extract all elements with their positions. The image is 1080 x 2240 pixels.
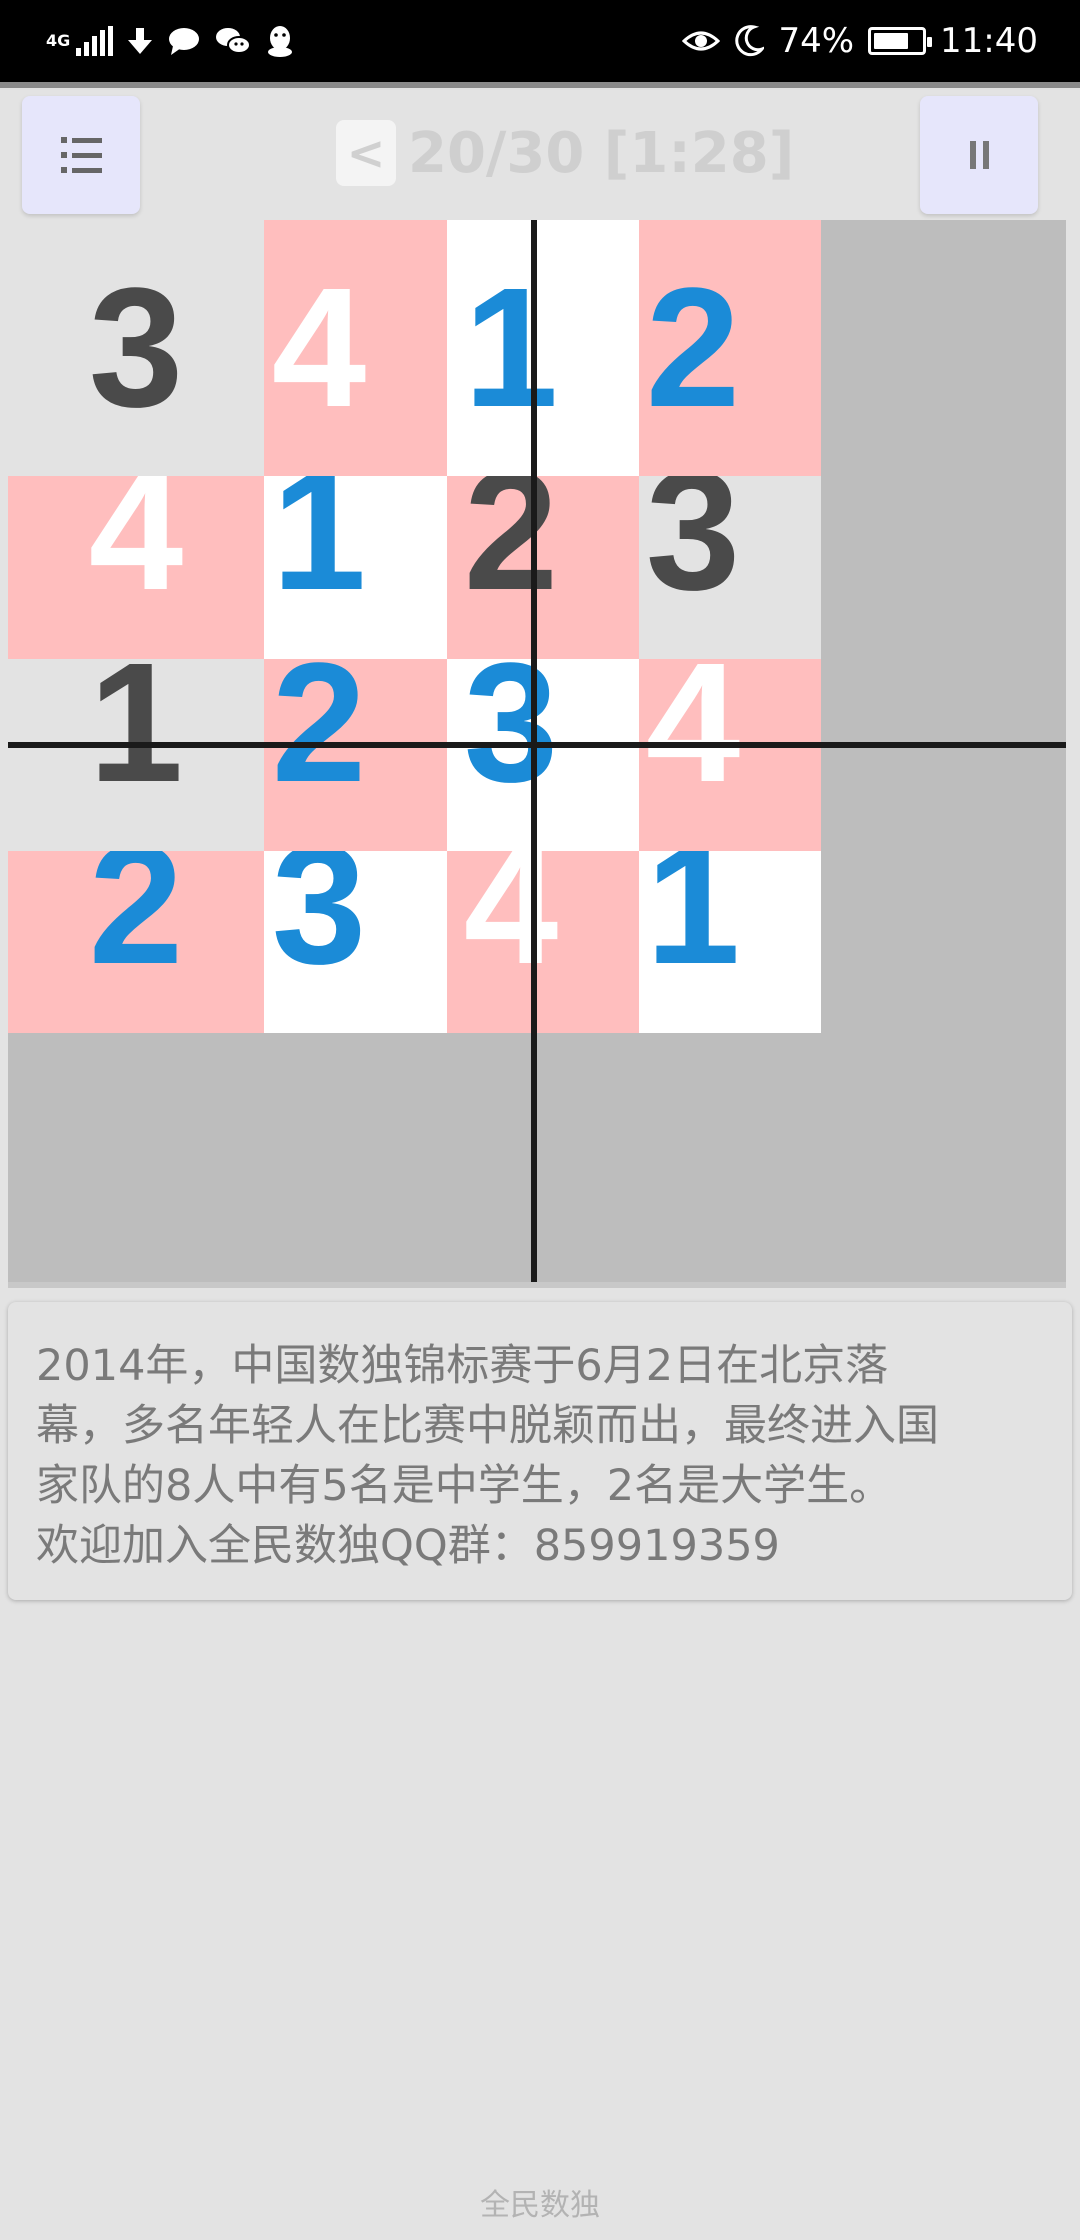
status-right: 74% 11:40: [682, 18, 1038, 64]
download-icon: [128, 28, 152, 54]
status-left: 4G: [46, 18, 295, 64]
pause-icon: [969, 141, 989, 169]
board-divider-horizontal: [8, 742, 1066, 748]
menu-icon: [60, 137, 102, 173]
info-line: 家队的8人中有5名是中学生，2名是大学生。: [36, 1461, 893, 1511]
status-bar: 4G 74% 11:40: [0, 0, 1080, 82]
menu-button[interactable]: [22, 96, 140, 214]
network-type: 4G: [46, 31, 71, 50]
battery-fill: [874, 33, 909, 49]
moon-icon: [735, 25, 765, 57]
info-line: 欢迎加入全民数独QQ群：859919359: [36, 1521, 780, 1571]
wechat-icon: [216, 28, 251, 54]
signal-icon: [76, 26, 113, 56]
sudoku-board: 1432432132142143: [8, 220, 1066, 1282]
eye-icon: [682, 31, 721, 51]
header: < 20/30 [1:28]: [0, 88, 1080, 220]
board-divider-vertical: [531, 220, 537, 1282]
board-cell-r1-c1[interactable]: 3: [8, 220, 264, 476]
clock: 11:40: [940, 21, 1038, 61]
board-shadow: [8, 1282, 1066, 1288]
info-line: 2014年，中国数独锦标赛于6月2日在北京落: [36, 1341, 889, 1391]
info-line: 幕，多名年轻人在比赛中脱颖而出，最终进入国: [36, 1401, 939, 1451]
battery-percent: 74%: [778, 21, 855, 61]
qq-icon: [268, 26, 292, 57]
pause-button[interactable]: [920, 96, 1038, 214]
chat-icon: [169, 28, 199, 55]
app-name-footer: 全民数独: [480, 2188, 600, 2223]
page-title: 20/30 [1:28]: [408, 120, 795, 186]
back-button[interactable]: <: [336, 120, 396, 186]
info-box: 2014年，中国数独锦标赛于6月2日在北京落 幕，多名年轻人在比赛中脱颖而出，最…: [8, 1302, 1072, 1600]
battery-icon: [868, 27, 933, 55]
title-area: < 20/30 [1:28]: [336, 118, 794, 188]
